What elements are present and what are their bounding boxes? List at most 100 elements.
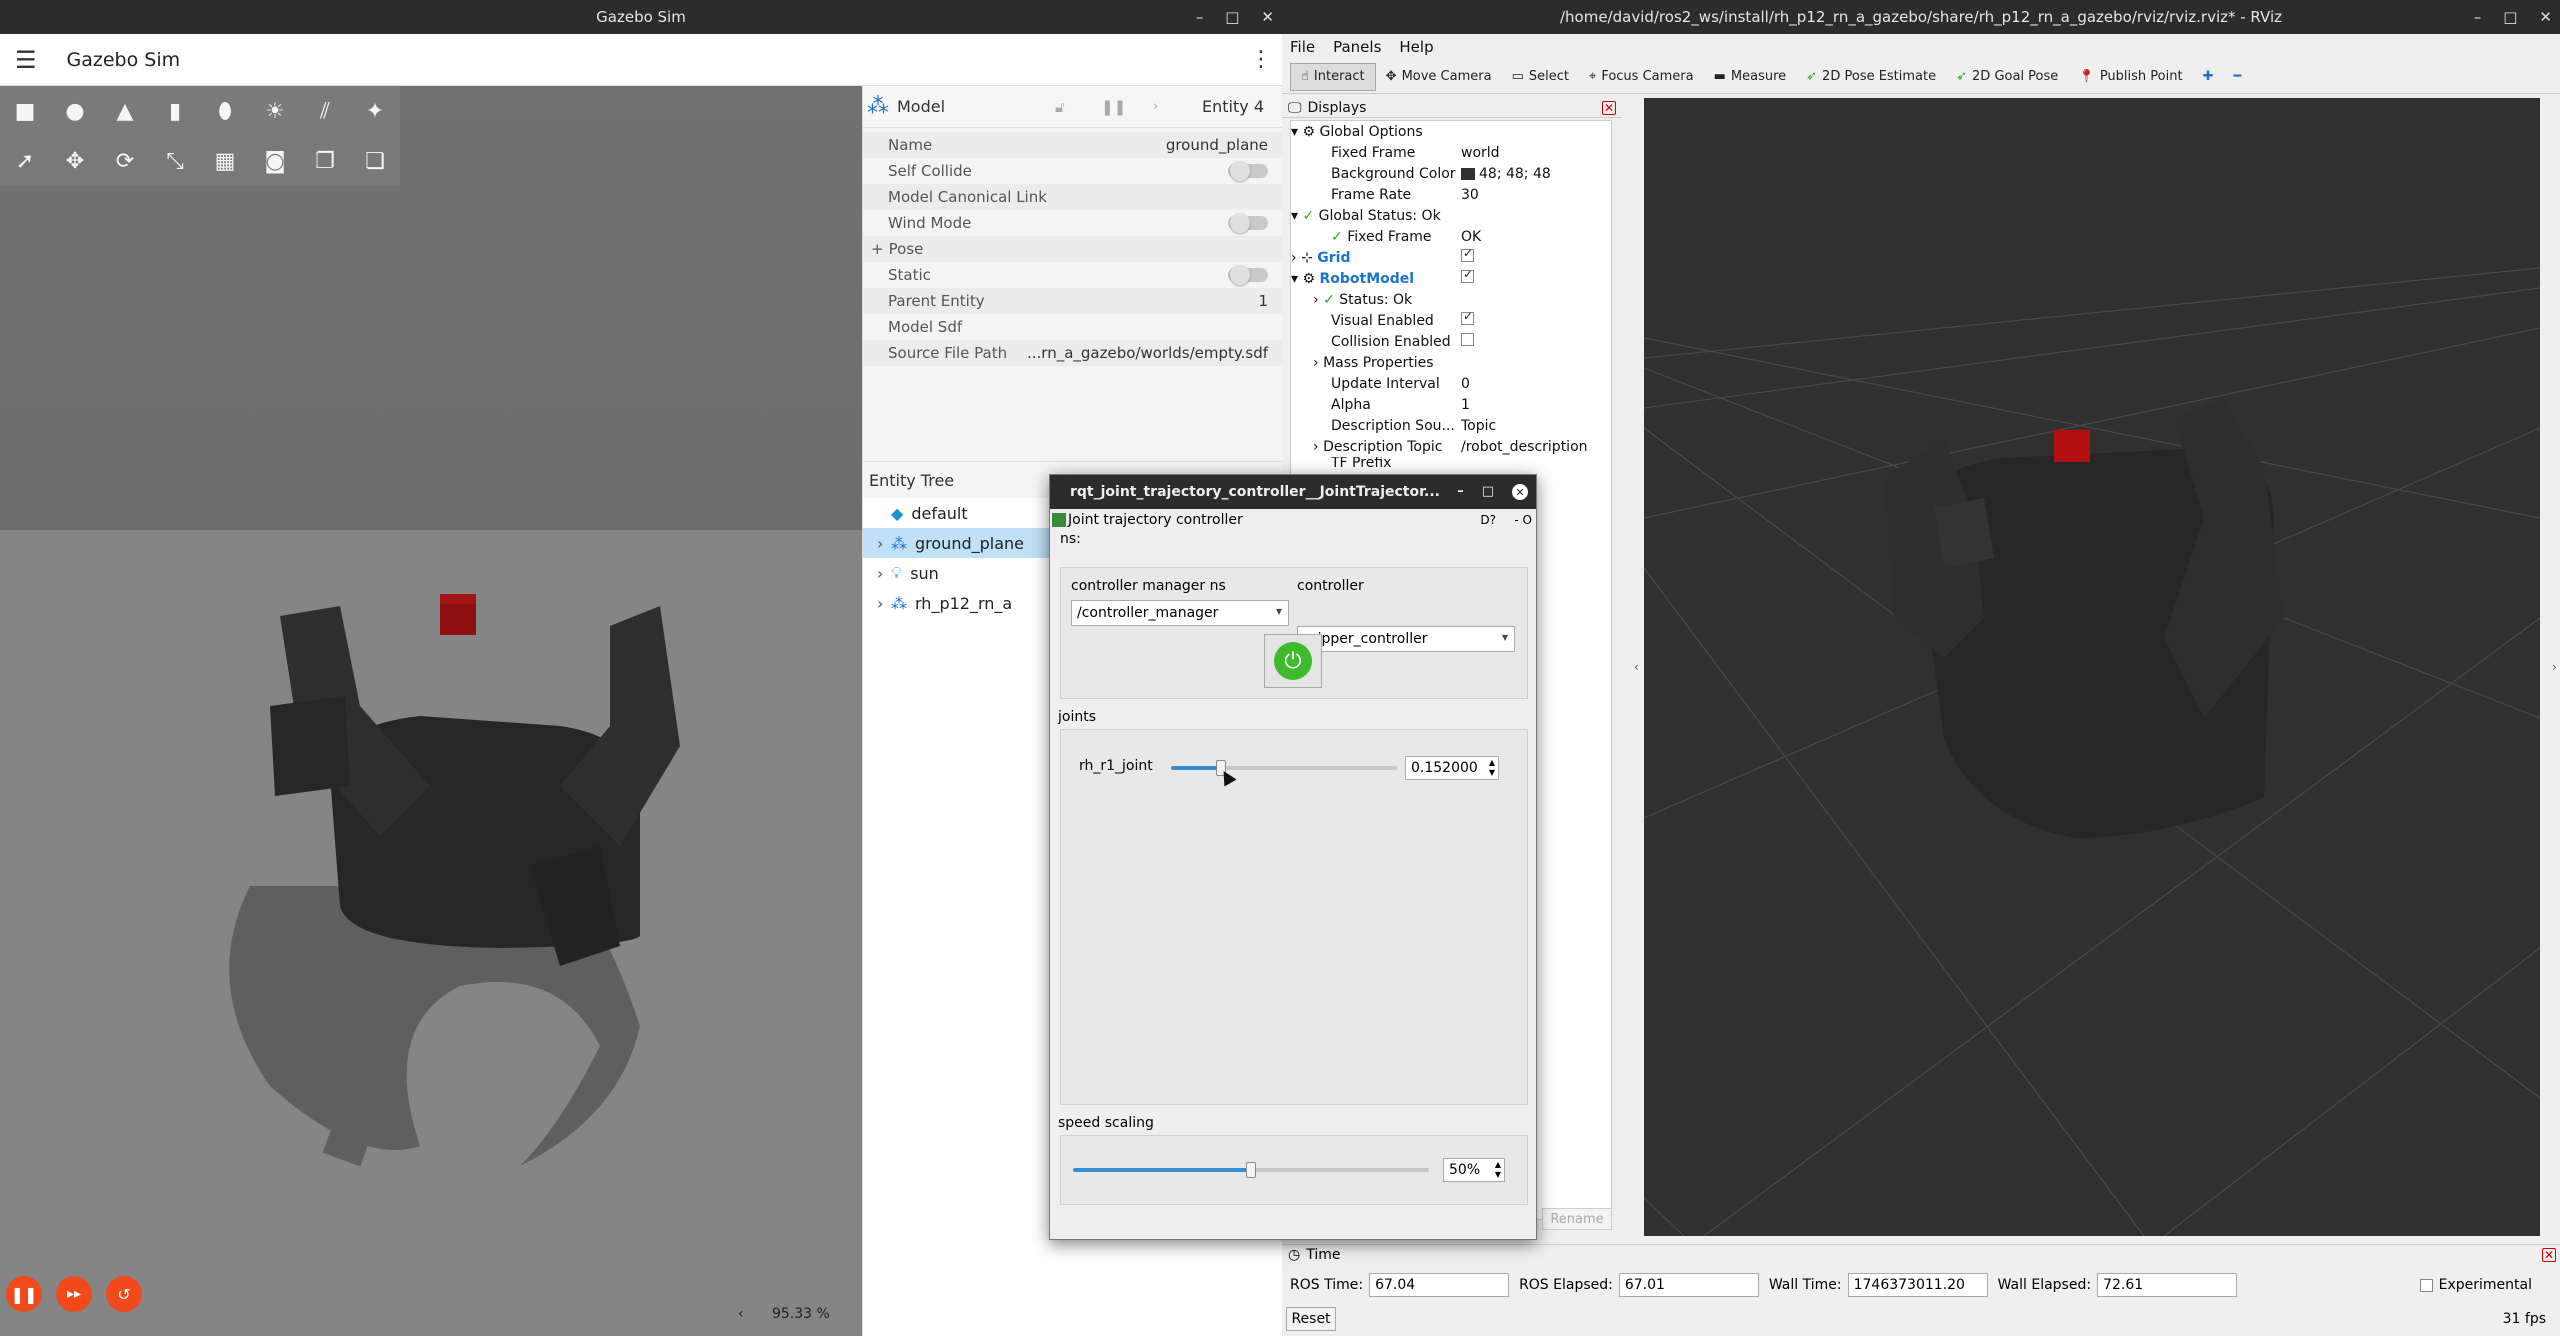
- menu-file[interactable]: File: [1290, 38, 1315, 56]
- joint-value-spinbox[interactable]: 0.152000 ▲ ▼: [1405, 756, 1499, 780]
- minimize-icon[interactable]: –: [2474, 8, 2482, 26]
- tool-measure[interactable]: ▬ Measure: [1704, 63, 1797, 91]
- tool-move-camera[interactable]: ✥ Move Camera: [1376, 63, 1502, 91]
- collision-enabled-checkbox[interactable]: [1461, 333, 1474, 346]
- controller-select[interactable]: gripper_controller: [1297, 626, 1515, 652]
- rviz-3d-viewport[interactable]: [1644, 98, 2540, 1236]
- collapse-arrow-icon[interactable]: ‹: [738, 1306, 744, 1322]
- row-grid[interactable]: › ⊹ Grid: [1291, 246, 1611, 268]
- tool-publish-point[interactable]: 📍︎ Publish Point: [2068, 63, 2192, 91]
- row-global-options[interactable]: ▾ ⚙ Global Options: [1291, 121, 1611, 142]
- row-mass-properties[interactable]: › Mass Properties: [1291, 352, 1611, 373]
- expand-arrow-icon[interactable]: ›: [877, 564, 891, 583]
- tool-2d-goal-pose[interactable]: ➶ 2D Goal Pose: [1946, 63, 2068, 91]
- row-frame-rate[interactable]: Frame Rate 30: [1291, 184, 1611, 205]
- row-status-fixed-frame[interactable]: ✓ Fixed Frame OK: [1291, 226, 1611, 247]
- maximize-icon[interactable]: □: [2503, 8, 2517, 26]
- row-description-source[interactable]: Description Sou... Topic: [1291, 415, 1611, 436]
- row-fixed-frame[interactable]: Fixed Frame world: [1291, 142, 1611, 163]
- paste-icon[interactable]: ❏: [350, 136, 400, 186]
- rotate-icon[interactable]: ⟳: [100, 136, 150, 186]
- kebab-menu-icon[interactable]: ⋮: [1250, 47, 1272, 72]
- wall-time-field[interactable]: 1746373011.20: [1847, 1273, 1988, 1297]
- visual-enabled-checkbox[interactable]: [1461, 309, 1474, 325]
- close-panel-icon[interactable]: ✕: [2542, 1248, 2556, 1262]
- directional-light-icon[interactable]: ⫽: [300, 86, 350, 136]
- pause-button[interactable]: ❚❚: [6, 1276, 42, 1312]
- tool-interact[interactable]: ☝ Interact: [1290, 62, 1376, 91]
- row-robot-model[interactable]: ▾ ⚙ RobotModel: [1291, 267, 1611, 289]
- lock-icon[interactable]: 🔓︎: [1055, 98, 1065, 116]
- controller-manager-select[interactable]: /controller_manager: [1071, 600, 1289, 626]
- ros-time-field[interactable]: 67.04: [1369, 1273, 1510, 1297]
- close-icon[interactable]: ✕: [1512, 484, 1528, 500]
- rename-button[interactable]: Rename: [1542, 1208, 1612, 1230]
- row-description-topic[interactable]: › Description Topic/robot_description: [1291, 436, 1611, 457]
- camera-screenshot-icon[interactable]: ◙: [250, 136, 300, 186]
- menu-panels[interactable]: Panels: [1333, 38, 1381, 56]
- time-panel: ◷ Time ✕ ROS Time: 67.04 ROS Elapsed: 67.…: [1282, 1244, 2560, 1336]
- remove-tool-button[interactable]: ━: [2223, 63, 2251, 91]
- sphere-shape-icon[interactable]: ●: [50, 86, 100, 136]
- copy-icon[interactable]: ❐: [300, 136, 350, 186]
- row-global-status[interactable]: ▾ ✓ Global Status: Ok: [1291, 205, 1611, 226]
- transform-snap-icon[interactable]: ⤡: [150, 136, 200, 186]
- box-shape-icon[interactable]: ■: [0, 86, 50, 136]
- close-panel-icon[interactable]: ✕: [1602, 100, 1616, 115]
- reset-time-button[interactable]: Reset: [1286, 1307, 1336, 1331]
- select-arrow-icon[interactable]: ➚: [0, 136, 50, 186]
- ros-elapsed-field[interactable]: 67.01: [1618, 1273, 1759, 1297]
- prop-pose[interactable]: + Pose: [863, 236, 1282, 262]
- row-visual-enabled[interactable]: Visual Enabled: [1291, 309, 1611, 331]
- enable-controller-button[interactable]: ⏻: [1264, 634, 1322, 688]
- tool-2d-pose-estimate[interactable]: ➶ 2D Pose Estimate: [1796, 63, 1946, 91]
- collapse-right-arrow-icon[interactable]: ›: [2552, 660, 2557, 674]
- hamburger-menu-icon[interactable]: ☰: [15, 46, 37, 74]
- static-toggle[interactable]: [1228, 265, 1268, 285]
- step-button[interactable]: ▸▸: [56, 1276, 92, 1312]
- experimental-checkbox[interactable]: [2419, 1278, 2433, 1292]
- row-collision-enabled[interactable]: Collision Enabled: [1291, 331, 1611, 352]
- wall-elapsed-field[interactable]: 72.61: [2097, 1273, 2238, 1297]
- expand-arrow-icon[interactable]: ›: [877, 594, 891, 613]
- step-icon[interactable]: ›: [1153, 99, 1158, 114]
- row-tf-prefix[interactable]: TF Prefix: [1291, 457, 1611, 469]
- plugin-help-icons[interactable]: D?: [1480, 513, 1496, 527]
- row-background-color[interactable]: Background Color 48; 48; 48: [1291, 163, 1611, 184]
- gazebo-3d-viewport[interactable]: ■ ● ▲ ▮ ⬮ ☀ ⫽ ✦ ➚ ✥ ⟳ ⤡ ▦ ◙ ❐ ❏ ❚❚ ▸▸ ↺ …: [0, 86, 862, 1336]
- self-collide-toggle[interactable]: [1228, 161, 1268, 181]
- expand-arrow-icon[interactable]: ›: [877, 534, 891, 553]
- cylinder-shape-icon[interactable]: ▮: [150, 86, 200, 136]
- spot-light-icon[interactable]: ✦: [350, 86, 400, 136]
- joint-slider[interactable]: [1171, 760, 1397, 776]
- menu-help[interactable]: Help: [1399, 38, 1433, 56]
- speed-slider-handle[interactable]: [1246, 1162, 1256, 1178]
- add-tool-button[interactable]: ✚: [2193, 63, 2224, 91]
- row-update-interval[interactable]: Update Interval 0: [1291, 373, 1611, 394]
- minimize-icon[interactable]: –: [1196, 8, 1204, 26]
- maximize-icon[interactable]: □: [1482, 484, 1494, 500]
- speed-value-spinbox[interactable]: 50% ▲ ▼: [1443, 1158, 1505, 1182]
- maximize-icon[interactable]: □: [1225, 8, 1239, 26]
- row-robot-status[interactable]: › ✓ Status: Ok: [1291, 289, 1611, 310]
- close-icon[interactable]: ✕: [2539, 8, 2552, 26]
- move-camera-icon: ✥: [1385, 69, 1397, 84]
- grid-icon[interactable]: ▦: [200, 136, 250, 186]
- grid-checkbox[interactable]: [1461, 246, 1474, 262]
- pause-updates-icon[interactable]: ❚❚: [1101, 98, 1126, 116]
- row-alpha[interactable]: Alpha 1: [1291, 394, 1611, 415]
- collapse-left-arrow-icon[interactable]: ‹: [1634, 660, 1639, 674]
- minimize-icon[interactable]: –: [1457, 484, 1464, 500]
- tool-select[interactable]: ▭ Select: [1502, 63, 1579, 91]
- close-icon[interactable]: ✕: [1261, 8, 1274, 26]
- tool-focus-camera[interactable]: ⌖ Focus Camera: [1579, 63, 1704, 91]
- wind-mode-toggle[interactable]: [1228, 213, 1268, 233]
- translate-icon[interactable]: ✥: [50, 136, 100, 186]
- sun-light-icon[interactable]: ☀: [250, 86, 300, 136]
- speed-slider[interactable]: [1073, 1162, 1429, 1178]
- reset-button[interactable]: ↺: [106, 1276, 142, 1312]
- plugin-window-controls[interactable]: - O: [1514, 513, 1532, 527]
- robotmodel-checkbox[interactable]: [1461, 267, 1474, 283]
- capsule-shape-icon[interactable]: ⬮: [200, 86, 250, 136]
- cone-shape-icon[interactable]: ▲: [100, 86, 150, 136]
